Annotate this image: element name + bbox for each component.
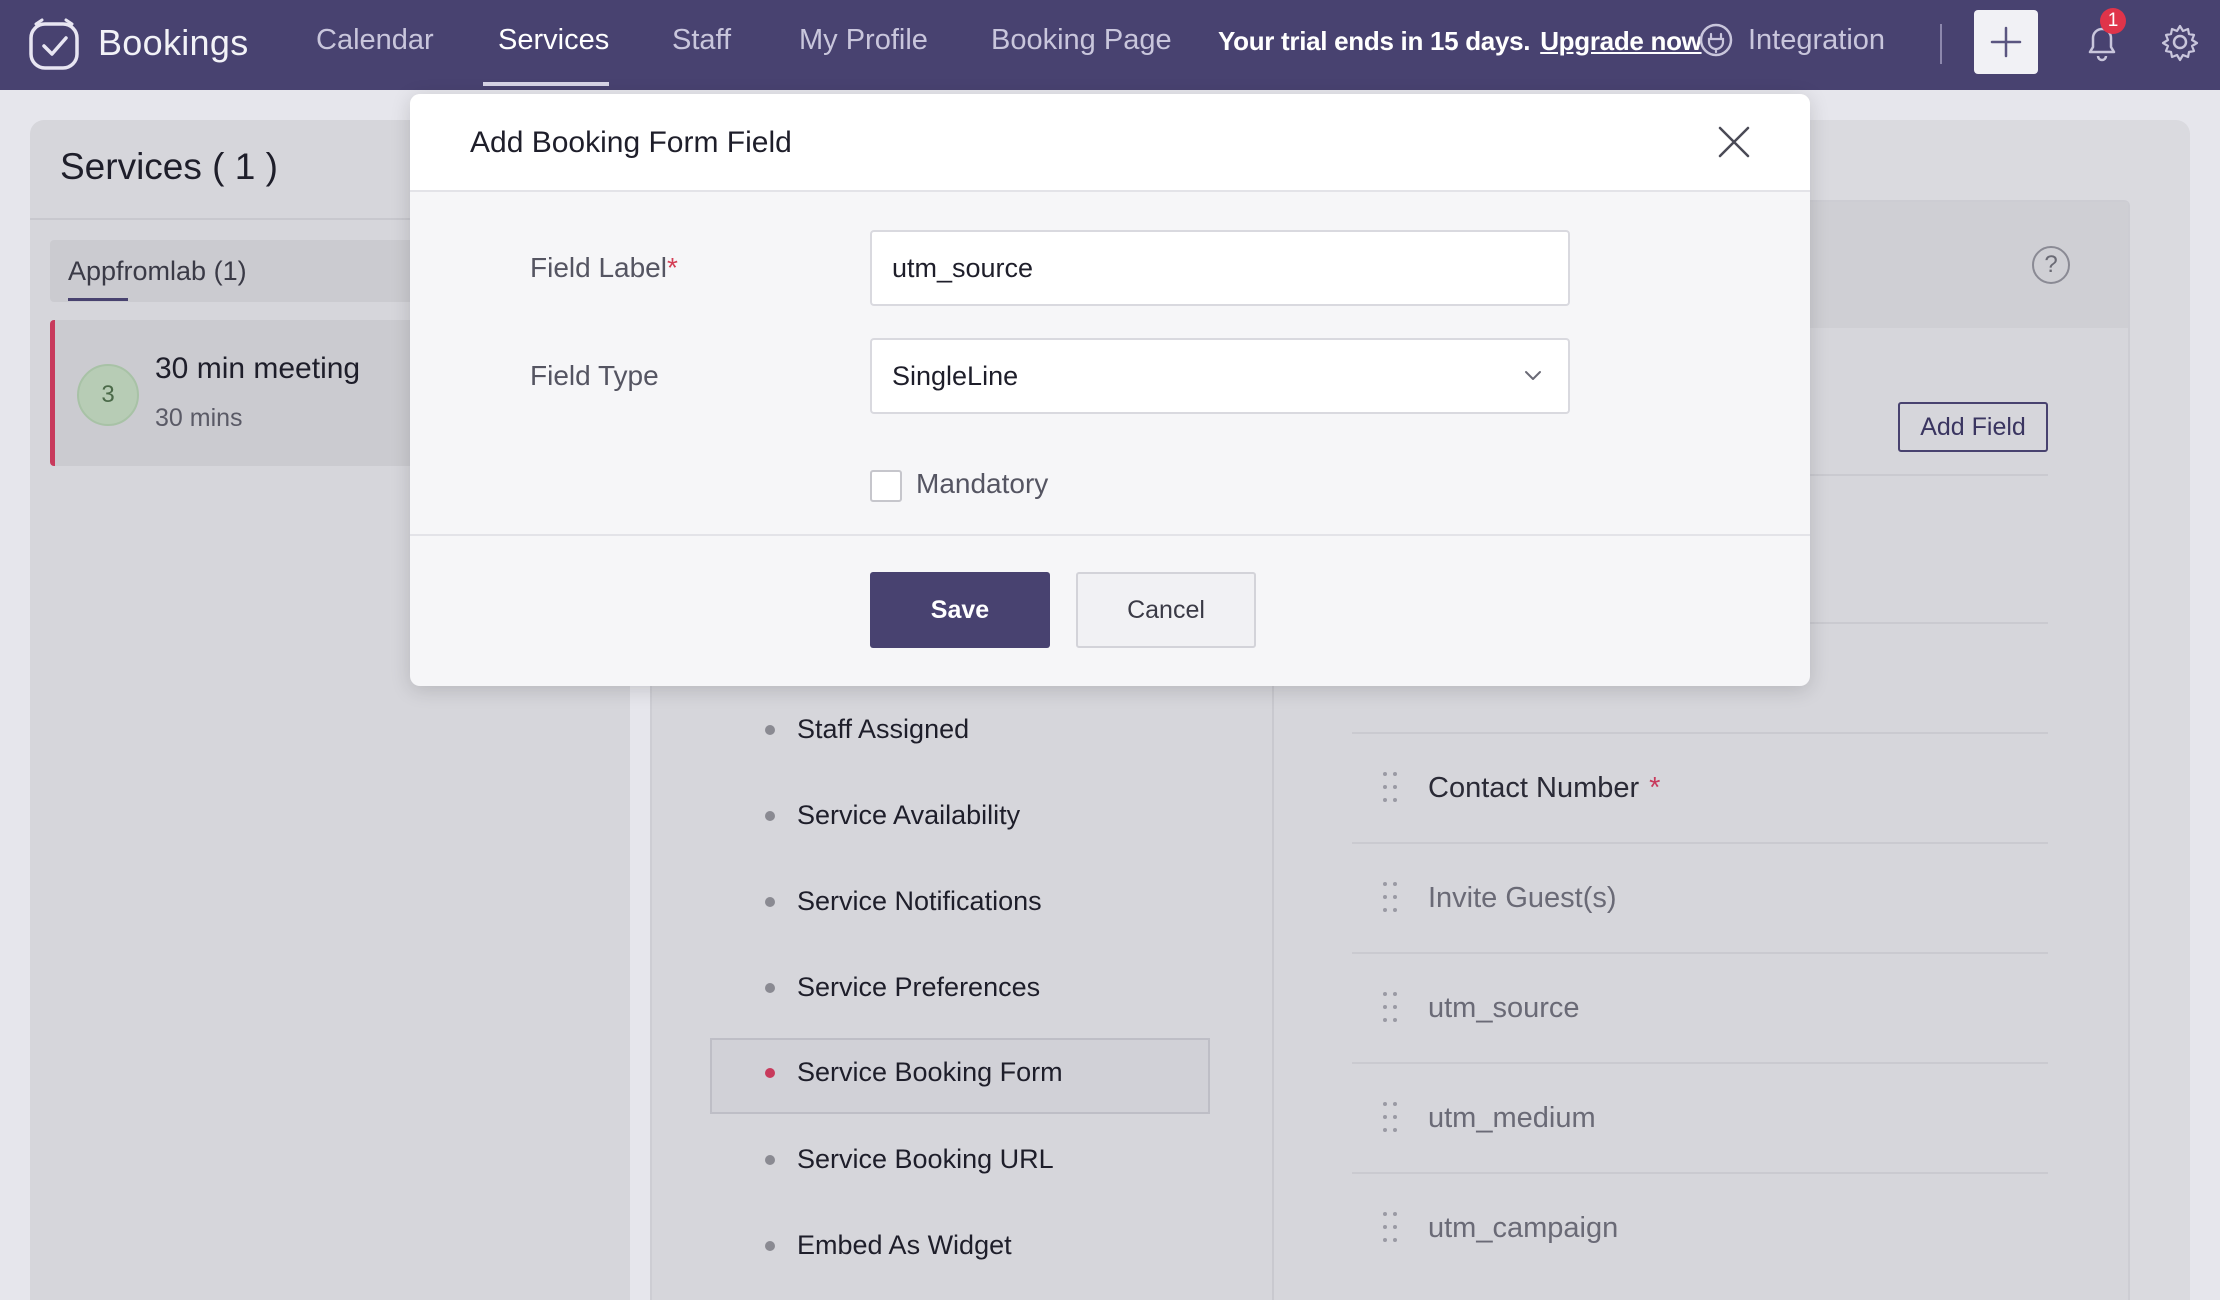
nav-calendar[interactable]: Calendar [316, 24, 434, 57]
save-button[interactable]: Save [870, 572, 1050, 648]
nav-staff[interactable]: Staff [672, 24, 731, 57]
trial-text: Your trial ends in 15 days. [1218, 26, 1531, 56]
nav-my-profile[interactable]: My Profile [799, 24, 928, 57]
field-label-input[interactable]: utm_source [870, 230, 1570, 306]
chevron-down-icon [1525, 371, 1541, 380]
field-label-caption: Field Label* [530, 252, 678, 284]
add-new-button[interactable] [1974, 10, 2038, 74]
field-type-selected-value: SingleLine [892, 360, 1019, 391]
required-marker: * [666, 252, 678, 283]
mandatory-checkbox[interactable] [870, 470, 902, 502]
field-label-input-value: utm_source [892, 252, 1034, 283]
dialog-header: Add Booking Form Field [410, 94, 1810, 192]
nav-services[interactable]: Services [498, 24, 609, 57]
active-nav-indicator [483, 82, 609, 86]
nav-divider [1940, 24, 1942, 64]
brand[interactable]: Bookings [28, 14, 249, 72]
field-type-select[interactable]: SingleLine [870, 338, 1570, 414]
add-booking-form-field-dialog: Add Booking Form Field Field Label* utm_… [410, 94, 1810, 686]
app-name: Bookings [98, 22, 249, 63]
plug-icon [1699, 23, 1733, 57]
cancel-button[interactable]: Cancel [1076, 572, 1256, 648]
nav-booking-page[interactable]: Booking Page [991, 24, 1172, 57]
field-label-caption-text: Field Label [530, 252, 667, 283]
notification-badge: 1 [2100, 8, 2126, 34]
top-navigation-bar: Bookings Calendar Services Staff My Prof… [0, 0, 2220, 90]
field-type-caption: Field Type [530, 360, 659, 391]
trial-notice: Your trial ends in 15 days. Upgrade now [1218, 26, 1702, 57]
upgrade-link[interactable]: Upgrade now [1540, 26, 1702, 56]
integration-label: Integration [1748, 23, 1886, 56]
plus-icon [1990, 26, 2022, 58]
bookings-logo-icon [29, 18, 79, 70]
integration-button[interactable]: Integration [1698, 22, 1885, 58]
close-icon[interactable] [1714, 122, 1754, 162]
mandatory-label[interactable]: Mandatory [916, 468, 1048, 500]
dialog-footer-divider [410, 534, 1810, 536]
dialog-title: Add Booking Form Field [470, 126, 792, 159]
gear-icon[interactable] [2160, 22, 2200, 62]
